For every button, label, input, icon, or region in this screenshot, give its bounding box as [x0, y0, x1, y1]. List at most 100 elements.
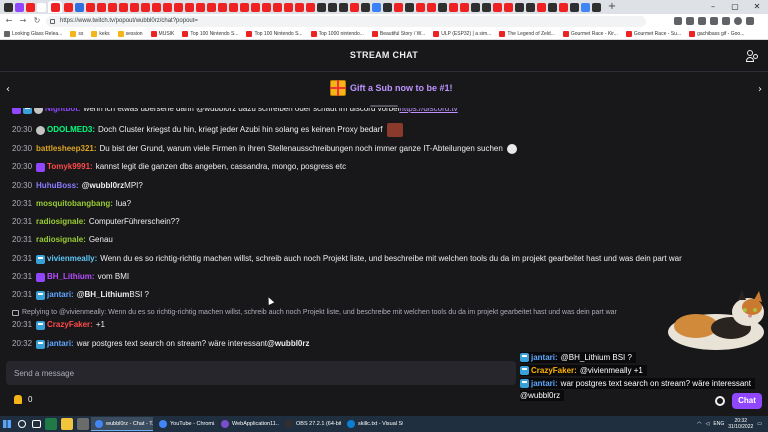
- app-icon[interactable]: [77, 418, 89, 430]
- tab-favicon-icon[interactable]: [262, 2, 271, 12]
- task-view-icon[interactable]: [32, 420, 41, 428]
- tab-favicon-icon[interactable]: [37, 2, 46, 12]
- tab-favicon-icon[interactable]: [86, 2, 95, 12]
- tab-favicon-icon[interactable]: [251, 2, 260, 12]
- extension-icon[interactable]: [710, 17, 718, 25]
- taskbar-app[interactable]: OBS 27.2.1 (64-bit, ...: [281, 417, 341, 431]
- message-username[interactable]: HuhuBoss:: [36, 179, 79, 193]
- maximize-icon[interactable]: ▢: [724, 0, 746, 14]
- tab-favicon-icon[interactable]: [361, 2, 370, 12]
- tab-favicon-icon[interactable]: [108, 2, 117, 12]
- message-username[interactable]: mosquitobangbang:: [36, 197, 113, 211]
- tab-favicon-icon[interactable]: [372, 2, 381, 12]
- bookmark-item[interactable]: Top 1000 nintendo...: [310, 30, 364, 37]
- users-icon[interactable]: [746, 50, 758, 62]
- gift-sub-banner[interactable]: ‹ Gift a Sub now to be #1! ›: [0, 72, 768, 108]
- extension-icon[interactable]: [722, 17, 730, 25]
- tab-favicon-icon[interactable]: [449, 2, 458, 12]
- tab-favicon-icon[interactable]: [75, 2, 84, 12]
- banner-handle[interactable]: [370, 105, 398, 107]
- tab-favicon-icon[interactable]: [515, 2, 524, 12]
- tab-favicon-icon[interactable]: [427, 2, 436, 12]
- browser-tab-active[interactable]: [48, 1, 62, 13]
- message-username[interactable]: vivienmeally:: [47, 252, 97, 266]
- tab-favicon-icon[interactable]: [504, 2, 513, 12]
- tab-favicon-icon[interactable]: [394, 2, 403, 12]
- tab-favicon-icon[interactable]: [130, 2, 139, 12]
- forward-icon[interactable]: →: [18, 16, 28, 26]
- message-username[interactable]: jantari:: [47, 288, 74, 302]
- bookmark-item[interactable]: Top 100 Nintendo S...: [182, 30, 238, 37]
- tab-favicon-icon[interactable]: [493, 2, 502, 12]
- wifi-icon[interactable]: ◠: [697, 421, 701, 427]
- bookmark-item[interactable]: ss: [70, 30, 83, 37]
- tab-favicon-icon[interactable]: [471, 2, 480, 12]
- clock[interactable]: 20:32 31/10/2022: [728, 418, 753, 430]
- message-username[interactable]: CrazyFaker:: [47, 318, 93, 332]
- chat-input[interactable]: [6, 361, 516, 385]
- tab-favicon-icon[interactable]: [97, 2, 106, 12]
- message-username[interactable]: battlesheep321:: [36, 142, 96, 156]
- message-username[interactable]: radiosignale:: [36, 215, 86, 229]
- chat-message-list[interactable]: Nightbot: wenn ich etwas übersehe dann @…: [0, 108, 768, 358]
- new-tab-icon[interactable]: +: [607, 2, 617, 12]
- message-username[interactable]: Tomyk9991:: [47, 160, 93, 174]
- taskbar-app[interactable]: skillc.txt - Visual St...: [343, 417, 403, 431]
- tab-favicon-icon[interactable]: [4, 2, 13, 12]
- tab-favicon-icon[interactable]: [460, 2, 469, 12]
- tab-favicon-icon[interactable]: [163, 2, 172, 12]
- tab-favicon-icon[interactable]: [295, 2, 304, 12]
- tab-favicon-icon[interactable]: [229, 2, 238, 12]
- search-icon[interactable]: [18, 420, 26, 428]
- taskbar-app[interactable]: YouTube - Chromi...: [155, 417, 215, 431]
- profile-icon[interactable]: [734, 17, 742, 25]
- tab-favicon-icon[interactable]: [592, 2, 601, 12]
- tab-favicon-icon[interactable]: [26, 2, 35, 12]
- tab-favicon-icon[interactable]: [405, 2, 414, 12]
- bookmark-item[interactable]: keks: [91, 30, 110, 37]
- extension-icon[interactable]: [686, 17, 694, 25]
- tab-favicon-icon[interactable]: [416, 2, 425, 12]
- tab-favicon-icon[interactable]: [317, 2, 326, 12]
- tab-favicon-icon[interactable]: [537, 2, 546, 12]
- tab-favicon-icon[interactable]: [15, 2, 24, 12]
- minimize-icon[interactable]: –: [702, 0, 724, 14]
- tab-favicon-icon[interactable]: [185, 2, 194, 12]
- tab-favicon-icon[interactable]: [350, 2, 359, 12]
- tab-favicon-icon[interactable]: [119, 2, 128, 12]
- message-username[interactable]: Nightbot:: [45, 108, 81, 116]
- taskbar-app[interactable]: wubbl0rz - Chat - T...: [91, 417, 153, 431]
- message-username[interactable]: radiosignale:: [36, 233, 86, 247]
- tab-favicon-icon[interactable]: [207, 2, 216, 12]
- bookmark-item[interactable]: Looking Glass Relea...: [4, 30, 62, 37]
- tab-favicon-icon[interactable]: [570, 2, 579, 12]
- bookmark-item[interactable]: Beautiful Story / W...: [371, 30, 425, 37]
- extension-icon[interactable]: [674, 17, 682, 25]
- tab-favicon-icon[interactable]: [306, 2, 315, 12]
- message-username[interactable]: jantari:: [47, 337, 74, 351]
- bookmark-item[interactable]: ULP (ESP32) | a sim...: [433, 30, 491, 37]
- message-mention[interactable]: @BH_Lithium: [77, 288, 130, 302]
- bookmark-item[interactable]: MUSIK: [150, 30, 174, 37]
- tab-favicon-icon[interactable]: [482, 2, 491, 12]
- chevron-left-icon[interactable]: ‹: [6, 85, 10, 95]
- tab-favicon-icon[interactable]: [339, 2, 348, 12]
- tab-favicon-icon[interactable]: [559, 2, 568, 12]
- volume-icon[interactable]: ◁: [706, 421, 710, 427]
- bookmark-item[interactable]: Gourmet Race - Su...: [625, 30, 681, 37]
- message-username[interactable]: ODOLMED3:: [47, 123, 95, 137]
- chat-input-box[interactable]: [6, 361, 516, 385]
- tab-favicon-icon[interactable]: [548, 2, 557, 12]
- chevron-right-icon[interactable]: ›: [758, 85, 762, 95]
- tab-favicon-icon[interactable]: [328, 2, 337, 12]
- excel-icon[interactable]: [45, 418, 57, 430]
- message-mention[interactable]: @wubbl0rz: [82, 179, 124, 193]
- notification-icon[interactable]: ▭: [757, 421, 762, 427]
- message-mention[interactable]: @wubbl0rz: [267, 337, 309, 351]
- bookmark-item[interactable]: Gourmet Race - Kir...: [562, 30, 618, 37]
- tab-favicon-icon[interactable]: [438, 2, 447, 12]
- language-indicator[interactable]: ENG: [713, 421, 724, 427]
- tab-favicon-icon[interactable]: [174, 2, 183, 12]
- tab-favicon-icon[interactable]: [196, 2, 205, 12]
- back-icon[interactable]: ←: [4, 16, 14, 26]
